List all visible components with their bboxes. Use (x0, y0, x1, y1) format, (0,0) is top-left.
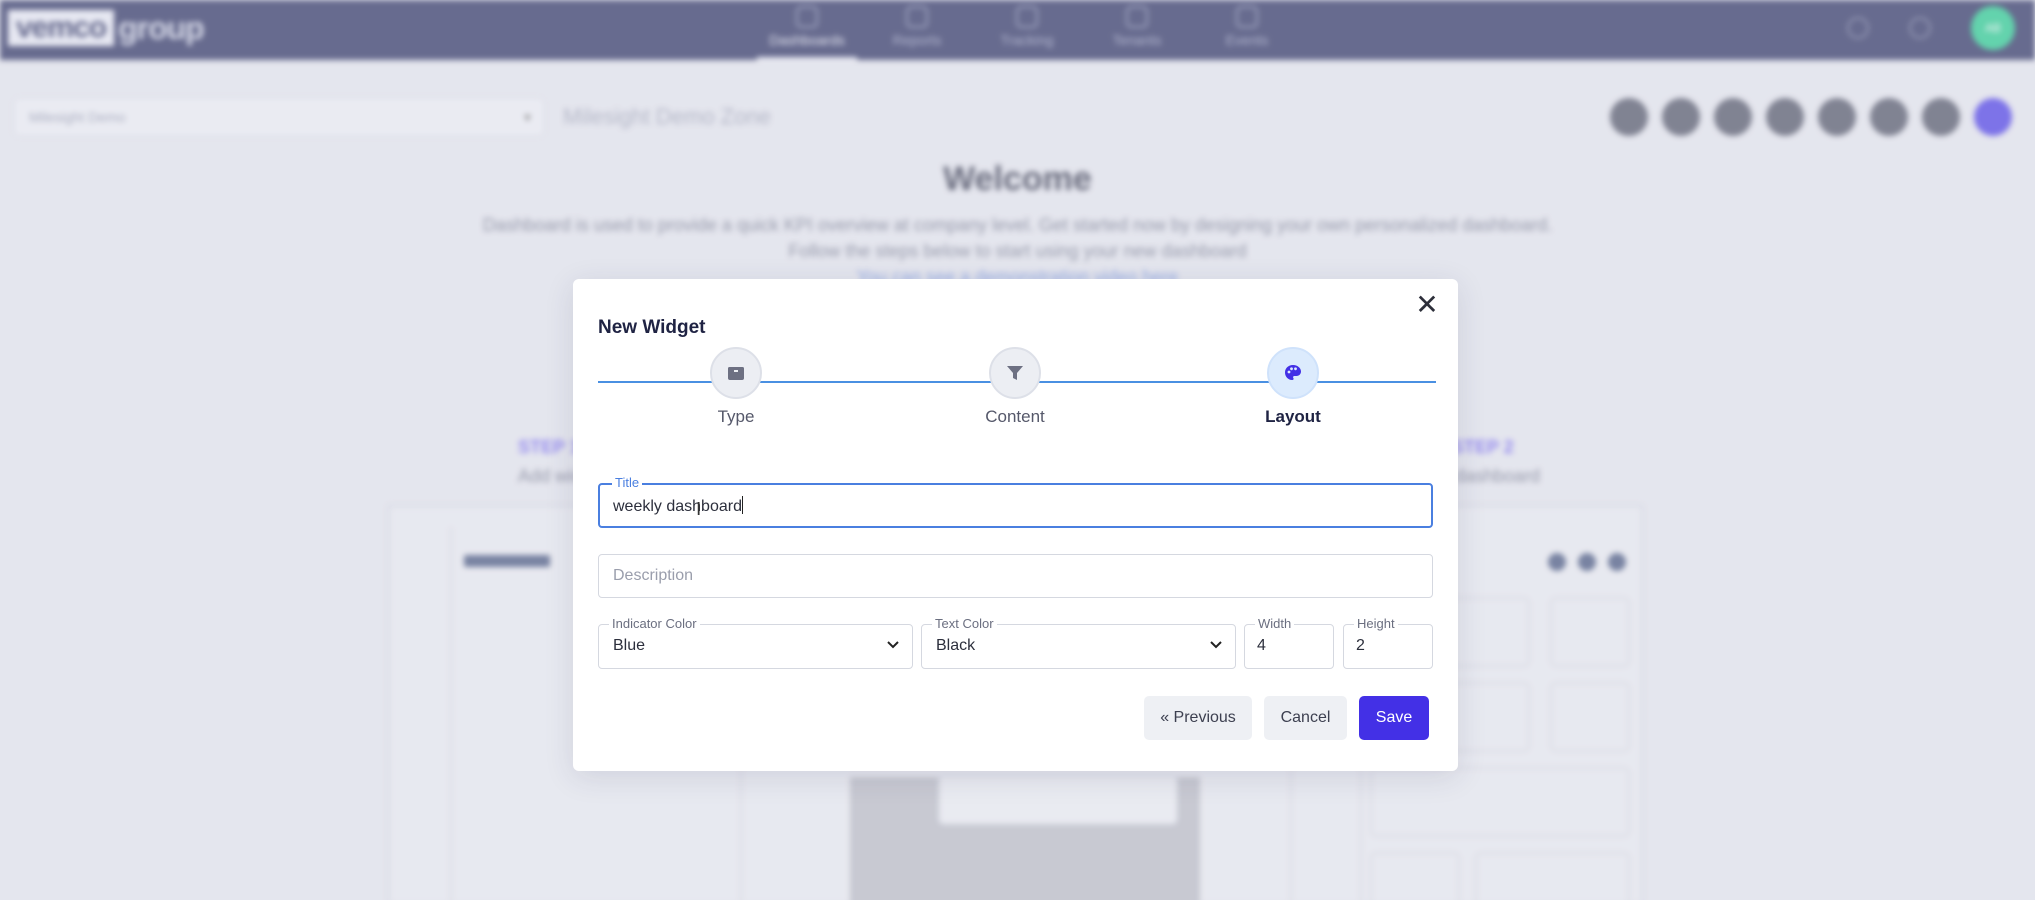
step-content[interactable]: Content (970, 347, 1060, 427)
width-input[interactable]: Width 4 (1244, 616, 1334, 669)
title-field-value: weekly dashboard (613, 496, 743, 516)
description-field[interactable]: Description (598, 554, 1433, 598)
step-label: Layout (1265, 407, 1321, 426)
step-type[interactable]: Type (691, 347, 781, 427)
indicator-color-value: Blue (613, 637, 646, 654)
new-widget-modal: New Widget ✕ Type Content Layout Title w… (573, 279, 1458, 771)
box-icon (710, 347, 762, 399)
text-color-label: Text Color (932, 616, 997, 632)
step-label: Type (717, 407, 755, 426)
height-value: 2 (1356, 637, 1365, 654)
step-label: Content (985, 407, 1045, 426)
filter-icon (989, 347, 1041, 399)
previous-button[interactable]: « Previous (1144, 696, 1252, 740)
title-field-label: Title (612, 475, 643, 491)
close-icon[interactable]: ✕ (1412, 291, 1442, 321)
chevron-down-icon (886, 637, 900, 656)
width-label: Width (1255, 616, 1295, 632)
height-input[interactable]: Height 2 (1343, 616, 1433, 669)
modal-title: New Widget (598, 317, 706, 338)
text-color-value: Black (936, 637, 976, 654)
text-cursor-icon: I (696, 499, 702, 520)
palette-icon (1267, 347, 1319, 399)
text-color-select[interactable]: Text Color Black (921, 616, 1236, 669)
chevron-down-icon (1209, 637, 1223, 656)
height-label: Height (1354, 616, 1398, 632)
width-value: 4 (1257, 637, 1266, 654)
text-caret (741, 496, 743, 514)
title-value-text: weekly dashboard (613, 498, 742, 515)
step-layout[interactable]: Layout (1248, 347, 1338, 427)
description-placeholder: Description (613, 567, 694, 584)
title-field[interactable]: Title weekly dashboard I (598, 475, 1433, 528)
indicator-color-select[interactable]: Indicator Color Blue (598, 616, 913, 669)
cancel-button[interactable]: Cancel (1264, 696, 1347, 740)
indicator-color-label: Indicator Color (609, 616, 700, 632)
save-button[interactable]: Save (1359, 696, 1429, 740)
widget-stepper: Type Content Layout (598, 347, 1436, 442)
